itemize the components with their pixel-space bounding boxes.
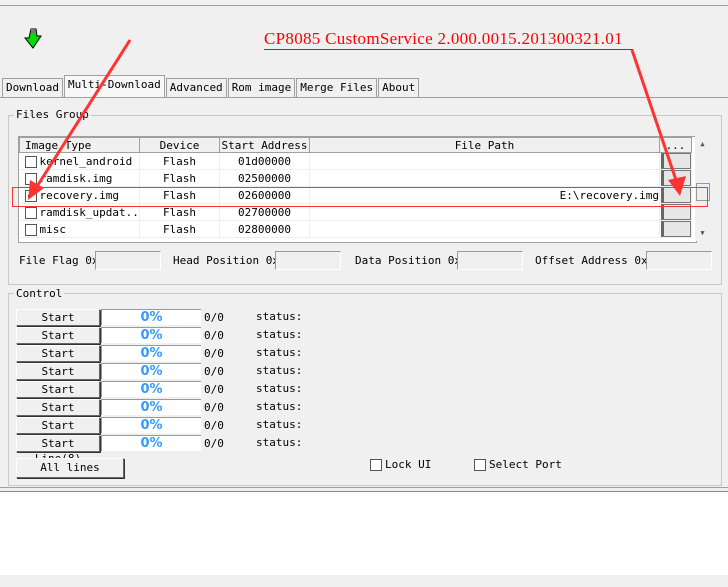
arrow-head-left <box>28 180 44 200</box>
annotation-arrow-right <box>630 49 678 181</box>
arrow-head-right <box>668 176 686 196</box>
annotation-arrow-left <box>34 39 132 189</box>
annotation-arrows <box>28 39 686 200</box>
